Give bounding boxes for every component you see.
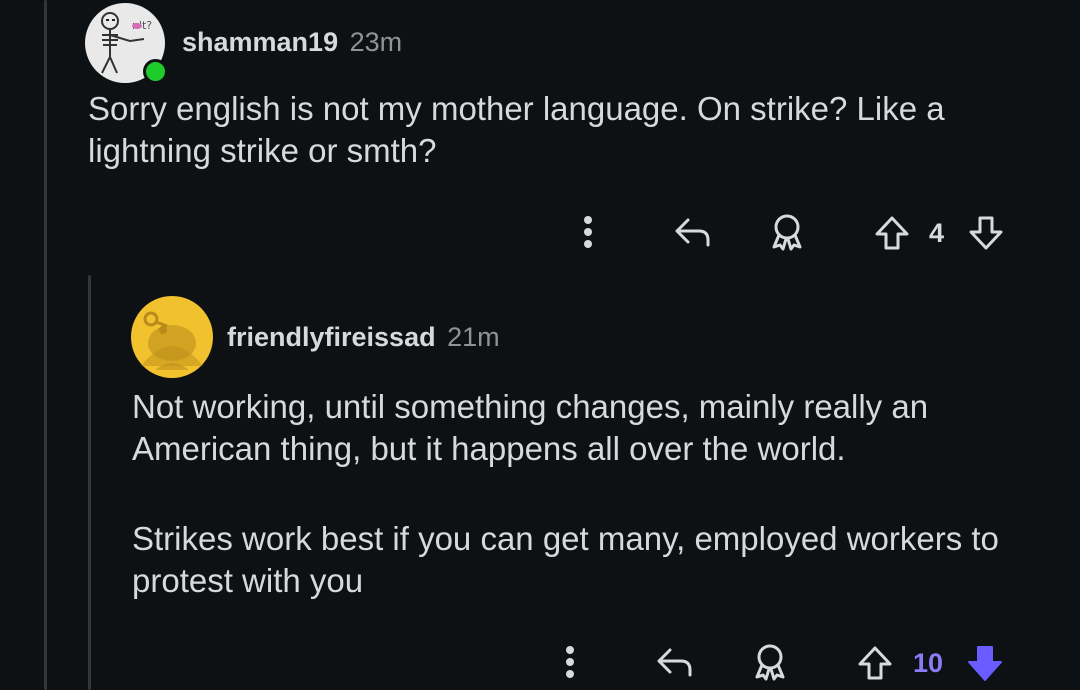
award-button[interactable] — [765, 210, 809, 254]
reply-icon — [657, 648, 692, 677]
comment-body: Not working, until something changes, ma… — [132, 386, 1052, 602]
award-icon — [755, 644, 785, 681]
more-options-button[interactable] — [570, 210, 606, 254]
comment-paragraph: Not working, until something changes, ma… — [132, 388, 929, 467]
timestamp[interactable]: 21m — [447, 322, 500, 352]
more-options-icon — [566, 646, 574, 678]
comment-meta: friendlyfireissad 21m — [227, 322, 500, 353]
downvote-icon — [969, 216, 1003, 250]
upvote-icon — [858, 646, 892, 680]
comment-body: Sorry english is not my mother language.… — [88, 88, 1048, 172]
thread-line-reply[interactable] — [88, 275, 91, 690]
upvote-button[interactable] — [855, 642, 895, 684]
more-options-button[interactable] — [552, 640, 588, 684]
thread-line-parent[interactable] — [44, 0, 47, 690]
reply-button[interactable] — [652, 640, 696, 684]
score: 4 — [929, 218, 945, 248]
snoo-avatar-image — [131, 296, 213, 378]
upvote-icon — [875, 216, 909, 250]
reply-icon — [675, 218, 710, 247]
downvote-button[interactable] — [966, 212, 1006, 254]
award-button[interactable] — [748, 640, 792, 684]
comment-thread: n't? shamman19 23m Sorry english is not … — [0, 0, 1080, 690]
username[interactable]: friendlyfireissad — [227, 322, 436, 352]
award-icon — [772, 214, 802, 251]
online-status-dot — [143, 59, 168, 84]
score: 10 — [913, 648, 944, 678]
downvote-button-active[interactable] — [964, 642, 1006, 684]
comment-meta: shamman19 23m — [182, 27, 402, 58]
comment-text: Sorry english is not my mother language.… — [88, 90, 945, 169]
username[interactable]: shamman19 — [182, 27, 338, 57]
upvote-button[interactable] — [872, 212, 912, 254]
downvote-filled-icon — [968, 646, 1002, 681]
avatar[interactable]: n't? — [85, 3, 168, 84]
more-options-icon — [584, 216, 592, 248]
comment-paragraph: Strikes work best if you can get many, e… — [132, 520, 999, 599]
avatar[interactable] — [131, 296, 213, 378]
timestamp[interactable]: 23m — [350, 27, 403, 57]
reply-button[interactable] — [670, 210, 714, 254]
